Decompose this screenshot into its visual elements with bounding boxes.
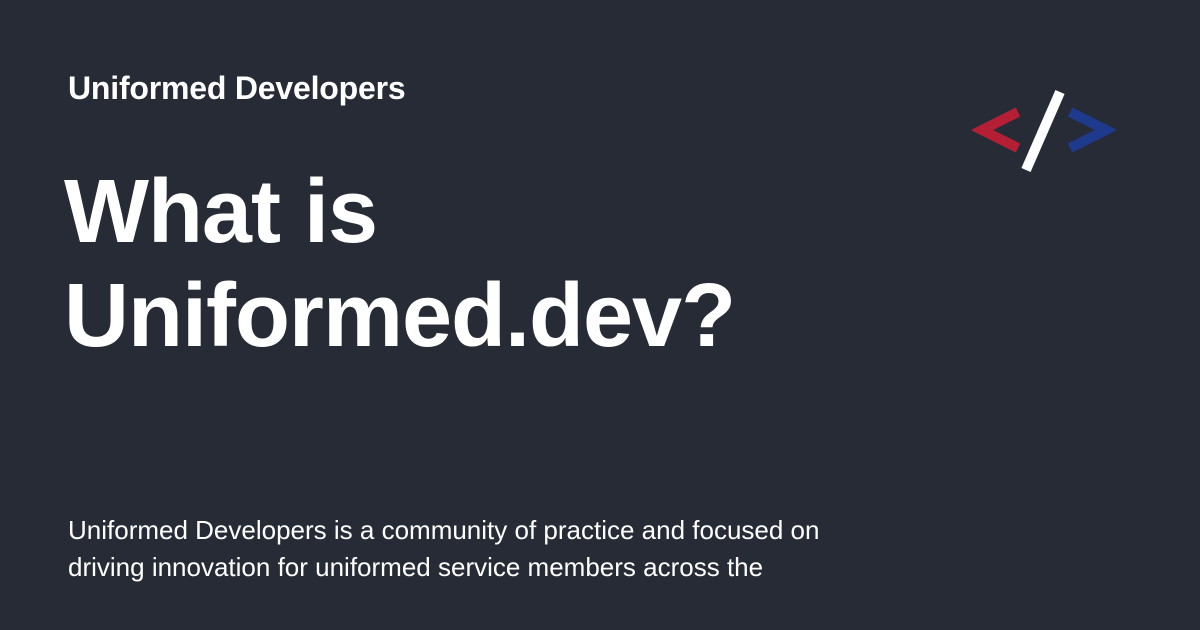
code-brackets-icon xyxy=(972,90,1116,172)
slash-shape xyxy=(1021,90,1065,172)
page-description-line-2: driving innovation for uniformed service… xyxy=(68,552,764,582)
right-angle-bracket-shape xyxy=(1067,107,1116,153)
social-card: Uniformed Developers What is Uniformed.d… xyxy=(0,0,1200,630)
page-title-line-1: What is xyxy=(64,162,378,262)
page-description: Uniformed Developers is a community of p… xyxy=(68,512,928,586)
page-title-line-2: Uniformed.dev? xyxy=(64,266,736,366)
site-name: Uniformed Developers xyxy=(68,70,406,106)
left-angle-bracket-shape xyxy=(972,107,1021,153)
page-title: What is Uniformed.dev? xyxy=(64,160,924,368)
page-description-line-1: Uniformed Developers is a community of p… xyxy=(68,515,820,545)
